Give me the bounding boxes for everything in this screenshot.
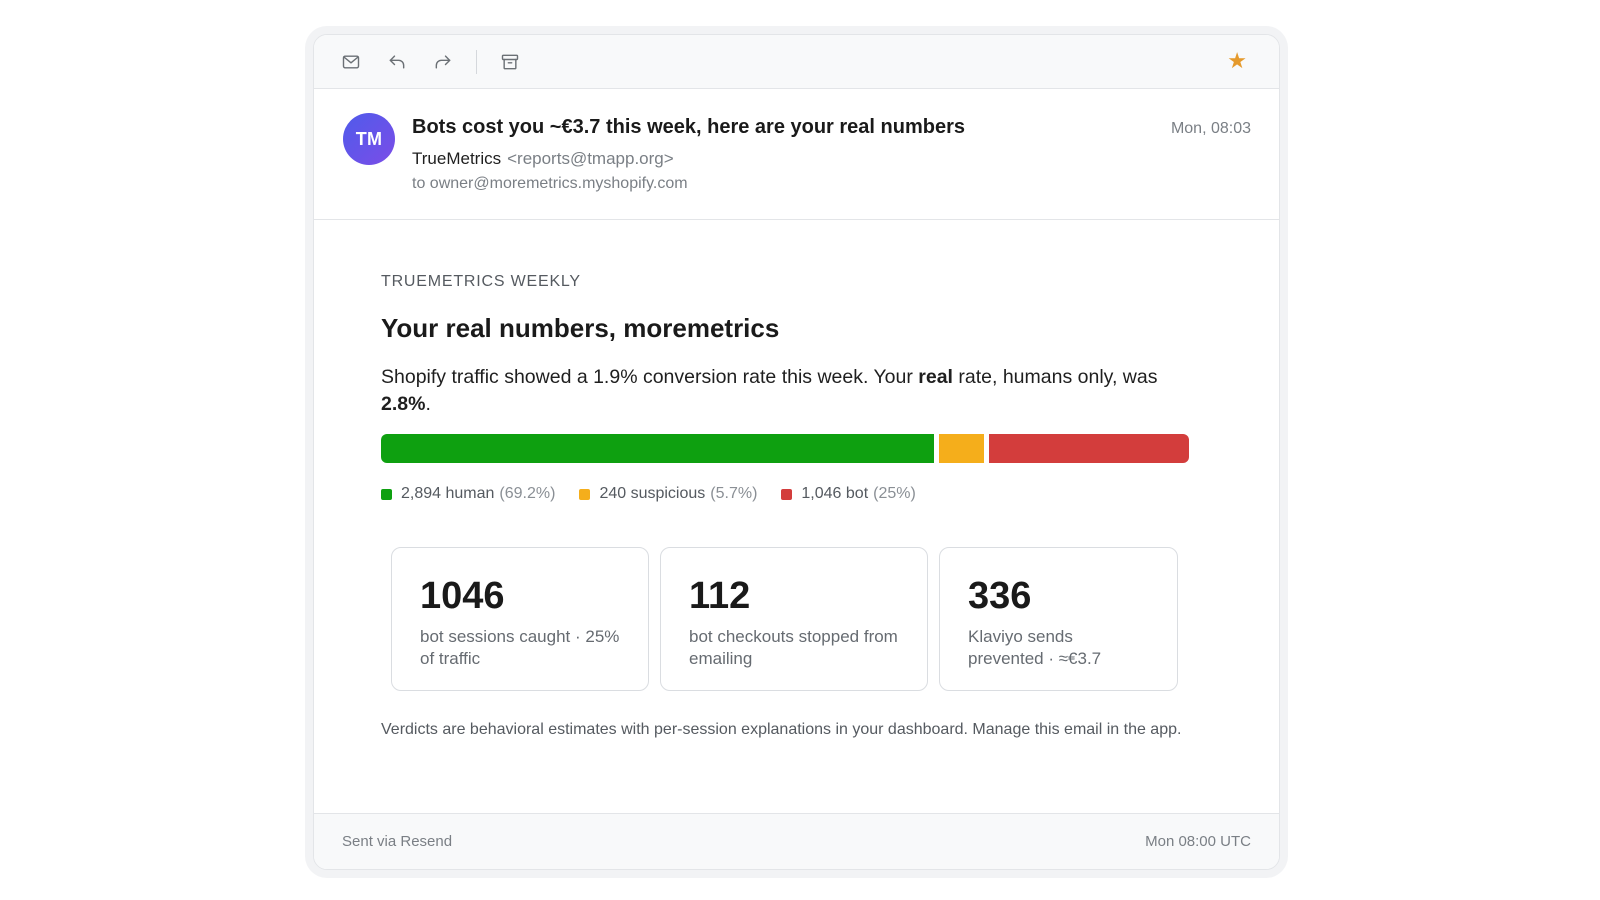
- legend-label-bot: 1,046 bot: [801, 485, 869, 502]
- newsletter-eyebrow: TRUEMETRICS WEEKLY: [381, 273, 581, 290]
- summary-text-2: rate, humans only, was: [952, 366, 1158, 388]
- sender[interactable]: TrueMetrics <reports@tmapp.org>: [412, 149, 674, 169]
- stat-cards: 1046 bot sessions caught · 25% of traffi…: [391, 547, 1189, 691]
- email-toolbar: ★: [314, 35, 1279, 89]
- legend-pct-suspicious: (5.7%): [710, 485, 758, 502]
- stat-number: 112: [689, 575, 751, 617]
- legend-item-bot: 1,046 bot (25%): [781, 485, 916, 503]
- stat-number: 336: [968, 575, 1032, 617]
- legend-pct-human: (69.2%): [499, 485, 556, 502]
- legend-swatch-bot: [781, 488, 793, 500]
- stat-number: 1046: [420, 575, 505, 617]
- stat-label: bot checkouts stopped from emailing: [689, 627, 898, 668]
- legend-swatch-human: [381, 488, 392, 500]
- body-title: Your real numbers, moremetrics: [381, 313, 780, 343]
- archive-icon[interactable]: [499, 51, 521, 73]
- email-footer: Sent via Resend Mon 08:00 UTC: [314, 813, 1279, 869]
- legend-swatch-suspicious: [579, 488, 591, 500]
- legend-item-suspicious: 240 suspicious (5.7%): [579, 485, 757, 503]
- email-window: ★ TM Bots cost you ~€3.7 this week, here…: [313, 34, 1280, 870]
- footer-timestamp: Mon 08:00 UTC: [1145, 833, 1251, 850]
- traffic-legend: 2,894 human (69.2%) 240 suspicious (5.7%…: [381, 485, 1201, 503]
- recipient: to owner@moremetrics.myshopify.com: [412, 175, 688, 192]
- email-body: TRUEMETRICS WEEKLY Your real numbers, mo…: [381, 273, 1201, 503]
- summary-text-1: Shopify traffic showed a 1.9% conversion…: [381, 366, 919, 388]
- legend-label-suspicious: 240 suspicious: [599, 485, 706, 502]
- legend-item-human: 2,894 human (69.2%): [381, 485, 555, 503]
- traffic-breakdown-bar: [381, 434, 1189, 463]
- forward-icon[interactable]: [432, 51, 454, 73]
- summary-text-3: .: [425, 393, 431, 415]
- legend-label-human: 2,894 human: [401, 485, 495, 502]
- avatar: TM: [343, 113, 395, 165]
- legend-pct-bot: (25%): [873, 485, 916, 502]
- toolbar-divider: [476, 49, 477, 74]
- star-icon[interactable]: ★: [1227, 50, 1247, 72]
- summary-bold-real: real: [918, 366, 953, 388]
- stat-card-bot-checkouts: 112 bot checkouts stopped from emailing: [660, 547, 928, 691]
- summary-bold-rate: 2.8%: [381, 393, 426, 415]
- reply-icon[interactable]: [386, 51, 408, 73]
- email-date: Mon, 08:03: [1170, 120, 1251, 137]
- stat-card-klaviyo-sends: 336 Klaviyo sends prevented · ≈€3.7: [939, 547, 1178, 691]
- mail-icon[interactable]: [340, 51, 362, 73]
- bar-segment-bot: [989, 434, 1189, 463]
- sender-address: <reports@tmapp.org>: [507, 149, 674, 168]
- email-header: TM Bots cost you ~€3.7 this week, here a…: [314, 89, 1279, 220]
- stat-card-bot-sessions: 1046 bot sessions caught · 25% of traffi…: [391, 547, 649, 691]
- stat-label: bot sessions caught · 25% of traffic: [420, 627, 620, 668]
- summary-paragraph: Shopify traffic showed a 1.9% conversion…: [381, 364, 1191, 418]
- email-subject: Bots cost you ~€3.7 this week, here are …: [412, 116, 965, 138]
- bar-segment-human: [381, 434, 934, 463]
- sender-name: TrueMetrics: [412, 149, 502, 168]
- disclaimer-note: Verdicts are behavioral estimates with p…: [381, 721, 1182, 738]
- stat-label: Klaviyo sends prevented · ≈€3.7: [968, 627, 1102, 668]
- bar-segment-suspicious: [938, 434, 985, 463]
- footer-sent-via: Sent via Resend: [342, 833, 453, 850]
